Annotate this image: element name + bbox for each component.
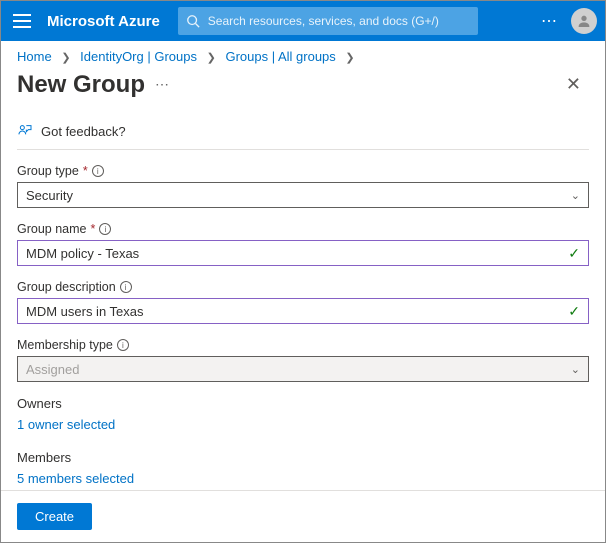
group-desc-input[interactable] — [26, 299, 556, 323]
info-icon[interactable]: i — [120, 281, 132, 293]
global-search[interactable] — [178, 7, 478, 35]
crumb-home[interactable]: Home — [17, 49, 52, 64]
top-navbar: Microsoft Azure ⋯ — [1, 1, 605, 41]
info-icon[interactable]: i — [99, 223, 111, 235]
group-name-input[interactable] — [26, 241, 556, 265]
check-icon: ✓ — [568, 245, 580, 262]
close-icon[interactable]: ✕ — [558, 70, 589, 99]
brand-label: Microsoft Azure — [47, 13, 160, 30]
group-type-value: Security — [26, 188, 73, 203]
chevron-down-icon: ⌄ — [571, 189, 580, 202]
required-marker: * — [90, 222, 95, 236]
members-selected-link[interactable]: 5 members selected — [17, 471, 134, 486]
user-avatar[interactable] — [571, 8, 597, 34]
required-marker: * — [83, 164, 88, 178]
footer-bar: Create — [1, 490, 605, 542]
page-title: New Group — [17, 71, 145, 99]
create-button[interactable]: Create — [17, 503, 92, 530]
feedback-link[interactable]: Got feedback? — [17, 115, 589, 150]
owners-label: Owners — [17, 396, 589, 411]
chevron-right-icon: ❯ — [345, 52, 354, 64]
group-name-field[interactable]: ✓ — [17, 240, 589, 266]
group-desc-field[interactable]: ✓ — [17, 298, 589, 324]
menu-icon[interactable] — [9, 8, 35, 34]
membership-type-label: Membership type i — [17, 338, 589, 352]
info-icon[interactable]: i — [117, 339, 129, 351]
chevron-down-icon: ⌄ — [571, 363, 580, 376]
members-label: Members — [17, 450, 589, 465]
page-more-icon[interactable]: ⋯ — [155, 76, 171, 93]
search-icon — [186, 14, 200, 28]
crumb-groups-all[interactable]: Groups | All groups — [225, 49, 335, 64]
info-icon[interactable]: i — [92, 165, 104, 177]
group-name-label: Group name * i — [17, 222, 589, 236]
chevron-right-icon: ❯ — [61, 52, 70, 64]
group-desc-label: Group description i — [17, 280, 589, 294]
group-type-select[interactable]: Security ⌄ — [17, 182, 589, 208]
chevron-right-icon: ❯ — [207, 52, 216, 64]
crumb-identityorg-groups[interactable]: IdentityOrg | Groups — [80, 49, 197, 64]
page-header: New Group ⋯ ✕ — [1, 68, 605, 109]
membership-type-select: Assigned ⌄ — [17, 356, 589, 382]
feedback-label: Got feedback? — [41, 124, 126, 139]
more-icon[interactable]: ⋯ — [541, 11, 559, 31]
search-input[interactable] — [208, 14, 470, 28]
form-body: Group type * i Security ⌄ Group name * i… — [1, 150, 605, 512]
owners-selected-link[interactable]: 1 owner selected — [17, 417, 115, 432]
membership-type-value: Assigned — [26, 362, 79, 377]
breadcrumb: Home ❯ IdentityOrg | Groups ❯ Groups | A… — [1, 41, 605, 68]
group-type-label: Group type * i — [17, 164, 589, 178]
check-icon: ✓ — [568, 303, 580, 320]
feedback-icon — [17, 123, 33, 139]
